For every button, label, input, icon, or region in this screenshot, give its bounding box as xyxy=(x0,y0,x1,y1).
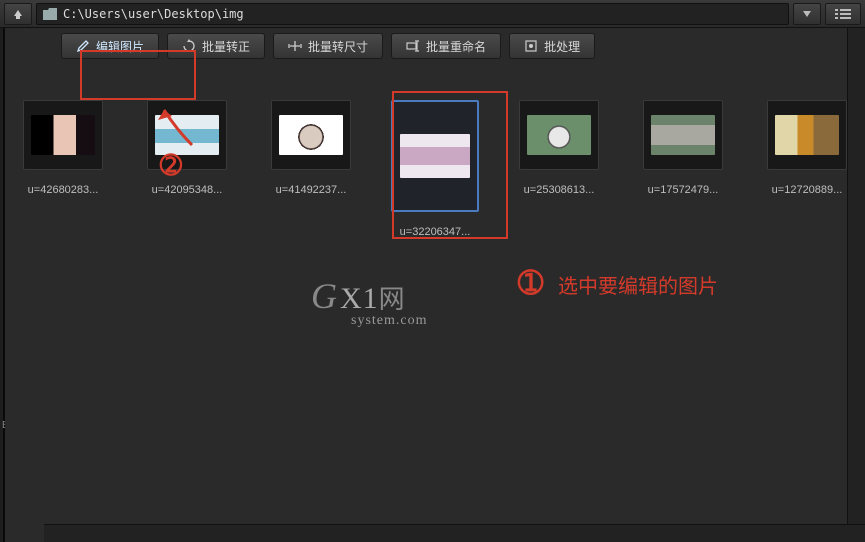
horizontal-scrollbar[interactable] xyxy=(44,524,865,542)
thumbnail-image xyxy=(23,100,103,170)
thumbnail-item[interactable]: u=12720889... xyxy=(757,100,857,238)
path-history-dropdown[interactable] xyxy=(793,3,821,25)
thumbnail-filename: u=42095348... xyxy=(152,184,223,196)
thumbnail-item[interactable]: u=42680283... xyxy=(13,100,113,238)
view-options-button[interactable] xyxy=(825,3,861,25)
watermark: GX1网 system.com xyxy=(311,278,428,328)
arrow-up-icon xyxy=(12,8,24,20)
folder-icon xyxy=(43,8,57,20)
rename-icon xyxy=(406,39,420,53)
thumbnail-item[interactable]: u=25308613... xyxy=(509,100,609,238)
list-icon xyxy=(835,9,851,19)
thumbnail-image xyxy=(643,100,723,170)
chevron-down-icon xyxy=(803,11,811,17)
thumbnail-item[interactable]: u=41492237... xyxy=(261,100,361,238)
thumbnail-item[interactable]: u=17572479... xyxy=(633,100,733,238)
batch-process-label: 批处理 xyxy=(544,38,580,55)
thumbnail-filename: u=41492237... xyxy=(276,184,347,196)
thumbnail-item-selected[interactable]: u=32206347... xyxy=(385,100,485,238)
thumbnail-item[interactable]: u=42095348... xyxy=(137,100,237,238)
thumbnail-image xyxy=(147,100,227,170)
batch-process-button[interactable]: 批处理 xyxy=(509,33,595,59)
pencil-icon xyxy=(76,39,90,53)
watermark-x1: X1 xyxy=(340,282,379,315)
batch-resize-button[interactable]: 批量转尺寸 xyxy=(273,33,383,59)
thumbnail-filename: u=42680283... xyxy=(28,184,99,196)
path-bar[interactable]: C:\Users\user\Desktop\img xyxy=(36,3,789,25)
edit-image-button[interactable]: 编辑图片 xyxy=(61,33,159,59)
thumbnail-filename: u=12720889... xyxy=(772,184,843,196)
edit-image-label: 编辑图片 xyxy=(96,38,144,55)
watermark-g: G xyxy=(311,276,338,316)
batch-rename-button[interactable]: 批量重命名 xyxy=(391,33,501,59)
resize-icon xyxy=(288,39,302,53)
watermark-net: 网 xyxy=(379,285,406,314)
titlebar: C:\Users\user\Desktop\img xyxy=(0,0,865,28)
thumbnail-filename: u=17572479... xyxy=(648,184,719,196)
rotate-icon xyxy=(182,39,196,53)
thumbnail-image xyxy=(271,100,351,170)
thumbnail-filename: u=32206347... xyxy=(400,226,471,238)
process-icon xyxy=(524,39,538,53)
batch-rotate-label: 批量转正 xyxy=(202,38,250,55)
batch-rename-label: 批量重命名 xyxy=(426,38,486,55)
thumbnail-image xyxy=(767,100,847,170)
thumbnail-filename: u=25308613... xyxy=(524,184,595,196)
toolbar: 编辑图片 批量转正 批量转尺寸 批量重命名 批处理 xyxy=(59,28,865,64)
thumbnail-image xyxy=(391,100,479,212)
batch-rotate-button[interactable]: 批量转正 xyxy=(167,33,265,59)
path-text: C:\Users\user\Desktop\img xyxy=(63,7,244,21)
thumbnails-grid: u=42680283... u=42095348... u=41492237..… xyxy=(5,64,865,238)
vertical-scrollbar[interactable] xyxy=(847,28,865,524)
watermark-sub: system.com xyxy=(351,314,428,328)
main-panel: 编辑图片 批量转正 批量转尺寸 批量重命名 批处理 u=426802 xyxy=(5,28,865,542)
nav-up-button[interactable] xyxy=(4,3,32,25)
thumbnail-image xyxy=(519,100,599,170)
batch-resize-label: 批量转尺寸 xyxy=(308,38,368,55)
